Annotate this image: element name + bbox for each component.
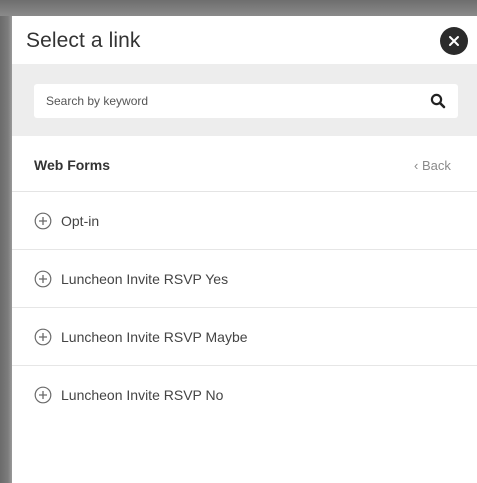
list-item-label: Opt-in: [61, 213, 100, 229]
close-button[interactable]: [440, 27, 468, 55]
overlay-edge-top: [0, 0, 477, 16]
plus-circle-icon: [34, 328, 52, 346]
search-input[interactable]: [46, 84, 416, 118]
select-link-dialog: Select a link Web Forms ‹ Back Opt-in: [12, 16, 477, 483]
list-item-label: Luncheon Invite RSVP Maybe: [61, 329, 248, 345]
back-link[interactable]: ‹ Back: [414, 158, 451, 173]
close-icon: [449, 36, 459, 46]
list-item-rsvp-maybe[interactable]: Luncheon Invite RSVP Maybe: [12, 308, 477, 366]
search-icon[interactable]: [430, 93, 446, 109]
list-item-label: Luncheon Invite RSVP No: [61, 387, 224, 403]
dialog-title: Select a link: [26, 29, 141, 52]
dialog-header: Select a link: [12, 16, 477, 64]
plus-circle-icon: [34, 212, 52, 230]
list-item-rsvp-no[interactable]: Luncheon Invite RSVP No: [12, 366, 477, 424]
link-list: Opt-in Luncheon Invite RSVP Yes Luncheon…: [12, 192, 477, 424]
list-item-rsvp-yes[interactable]: Luncheon Invite RSVP Yes: [12, 250, 477, 308]
section-header: Web Forms ‹ Back: [12, 136, 477, 192]
search-box: [34, 84, 458, 118]
plus-circle-icon: [34, 270, 52, 288]
list-item-label: Luncheon Invite RSVP Yes: [61, 271, 229, 287]
section-title: Web Forms: [34, 157, 110, 173]
search-bar: [12, 64, 477, 136]
overlay-edge-left: [0, 0, 12, 483]
plus-circle-icon: [34, 386, 52, 404]
list-item-opt-in[interactable]: Opt-in: [12, 192, 477, 250]
